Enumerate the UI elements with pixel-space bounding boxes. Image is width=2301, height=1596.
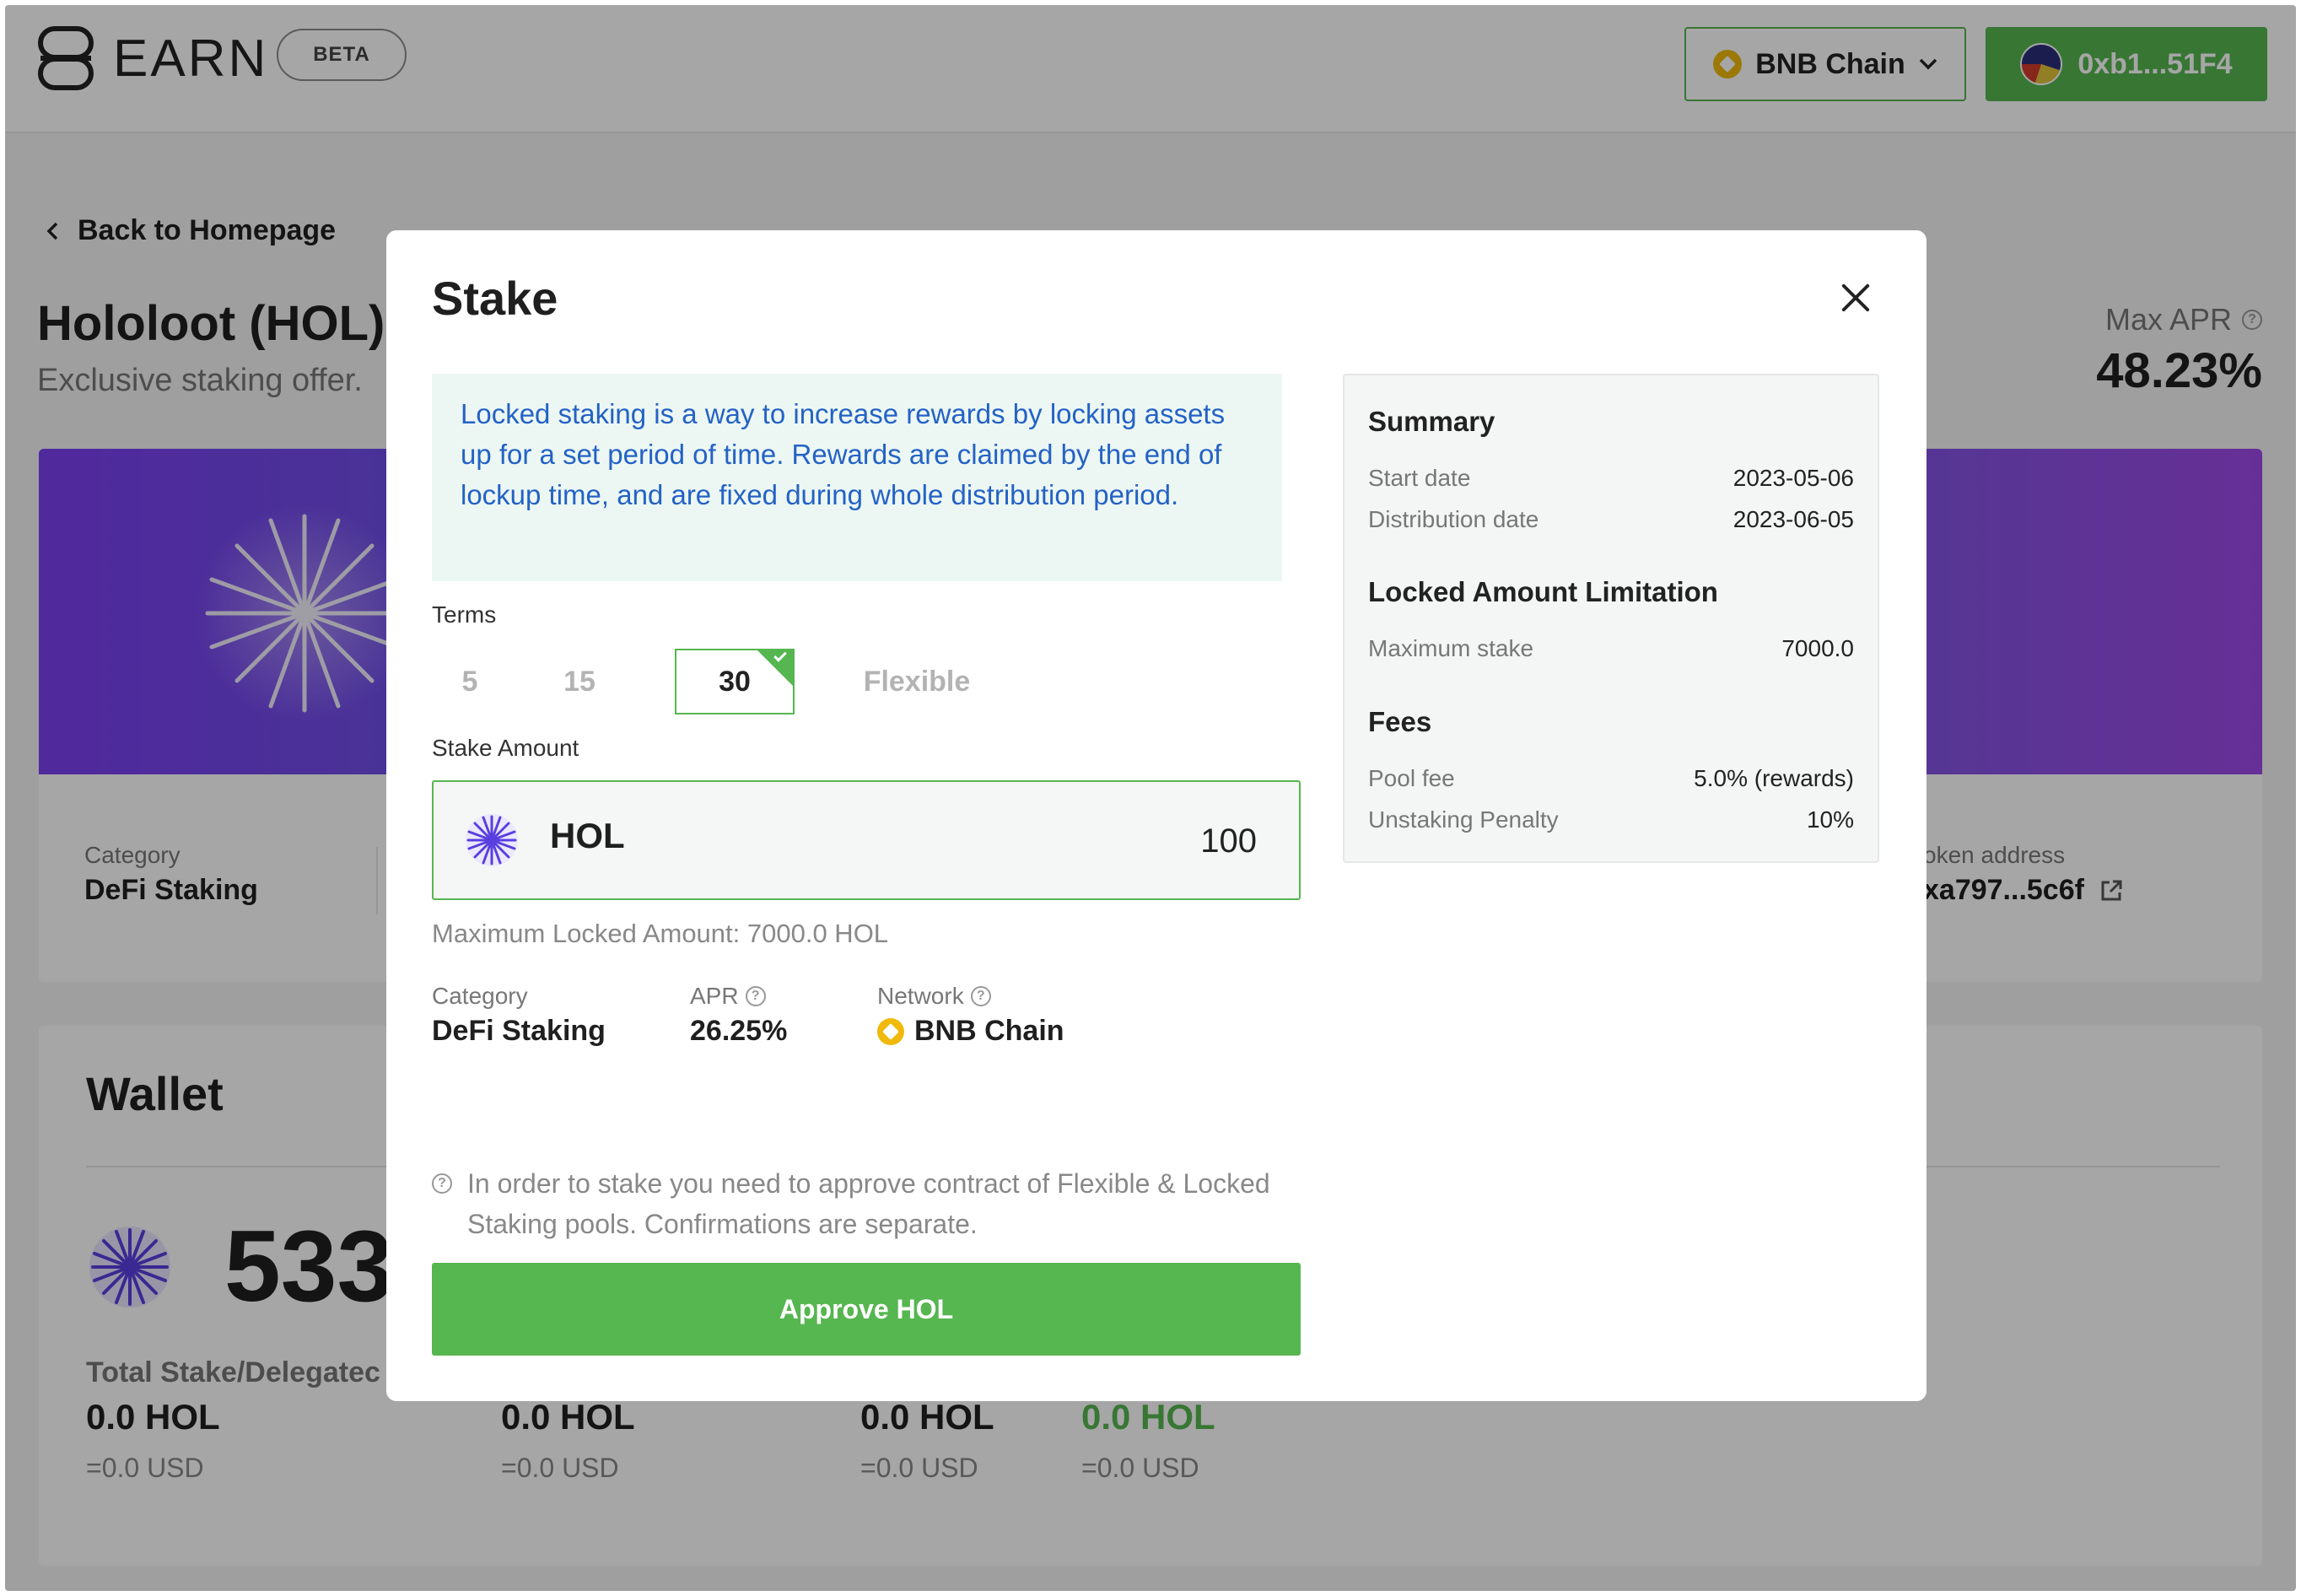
stake-amount-input[interactable] <box>1004 816 1257 866</box>
summary-panel: Summary Start date 2023-05-06 Distributi… <box>1343 374 1879 863</box>
meta-apr-value: 26.25% <box>690 1015 788 1047</box>
token-symbol: HOL <box>550 816 625 855</box>
penalty-value: 10% <box>1806 806 1854 833</box>
max-stake-label: Maximum stake <box>1368 635 1534 661</box>
bnb-chain-icon <box>877 1017 904 1045</box>
modal-title: Stake <box>432 272 558 325</box>
summary-title: Summary <box>1368 406 1495 437</box>
apr-label-text: APR <box>690 983 739 1009</box>
term-option-label: 30 <box>719 665 751 698</box>
penalty-label: Unstaking Penalty <box>1368 806 1559 833</box>
meta-network-label: Network ? <box>877 983 1064 1010</box>
network-label-text: Network <box>877 983 964 1009</box>
close-icon[interactable] <box>1839 281 1873 315</box>
term-option-30[interactable]: 30 <box>675 649 795 714</box>
approve-note: ? In order to stake you need to approve … <box>432 1163 1301 1244</box>
term-option-5[interactable]: 5 <box>432 649 508 714</box>
pool-fee-label: Pool fee <box>1368 765 1455 791</box>
distribution-date-label: Distribution date <box>1368 506 1539 532</box>
summary-pool-fee: Pool fee 5.0% (rewards) <box>1368 765 1854 792</box>
stake-modal: Stake Locked staking is a way to increas… <box>386 230 1926 1401</box>
pool-fee-value: 5.0% (rewards) <box>1694 765 1854 791</box>
max-stake-value: 7000.0 <box>1781 635 1854 661</box>
start-date-value: 2023-05-06 <box>1732 465 1854 491</box>
meta-apr-label: APR ? <box>690 983 787 1010</box>
network-value-text: BNB Chain <box>914 1015 1064 1047</box>
limitation-title: Locked Amount Limitation <box>1368 576 1718 607</box>
stake-amount-field[interactable]: HOL <box>432 780 1301 900</box>
max-locked-amount: Maximum Locked Amount: 7000.0 HOL <box>432 919 889 948</box>
term-option-15[interactable]: 15 <box>542 649 617 714</box>
approve-note-text: In order to stake you need to approve co… <box>467 1168 1270 1239</box>
help-icon[interactable]: ? <box>745 986 766 1006</box>
term-option-flexible[interactable]: Flexible <box>837 649 997 714</box>
distribution-date-value: 2023-06-05 <box>1732 506 1854 532</box>
meta-network-value: BNB Chain <box>877 1015 1064 1048</box>
meta-network: Network ? BNB Chain <box>877 983 1064 1048</box>
summary-distribution-date: Distribution date 2023-06-05 <box>1368 506 1854 533</box>
fees-title: Fees <box>1368 706 1432 737</box>
meta-category-label: Category <box>432 983 528 1009</box>
locked-staking-notice: Locked staking is a way to increase rewa… <box>432 374 1282 581</box>
stake-amount-label: Stake Amount <box>432 735 579 761</box>
summary-start-date: Start date 2023-05-06 <box>1368 465 1854 492</box>
start-date-label: Start date <box>1368 465 1471 491</box>
page: EARN BETA BNB Chain 0xb1...51F4 Back to … <box>5 5 2296 1591</box>
terms-label: Terms <box>432 601 497 628</box>
meta-apr: APR ? 26.25% <box>690 983 787 1048</box>
meta-category: Category DeFi Staking <box>432 983 606 1048</box>
help-icon: ? <box>432 1173 452 1194</box>
meta-category-value: DeFi Staking <box>432 1015 606 1047</box>
summary-max-stake: Maximum stake 7000.0 <box>1368 635 1854 662</box>
help-icon[interactable]: ? <box>970 986 991 1006</box>
approve-button[interactable]: Approve HOL <box>432 1263 1301 1356</box>
summary-unstaking-penalty: Unstaking Penalty 10% <box>1368 806 1854 833</box>
hololoot-token-icon <box>466 814 518 866</box>
